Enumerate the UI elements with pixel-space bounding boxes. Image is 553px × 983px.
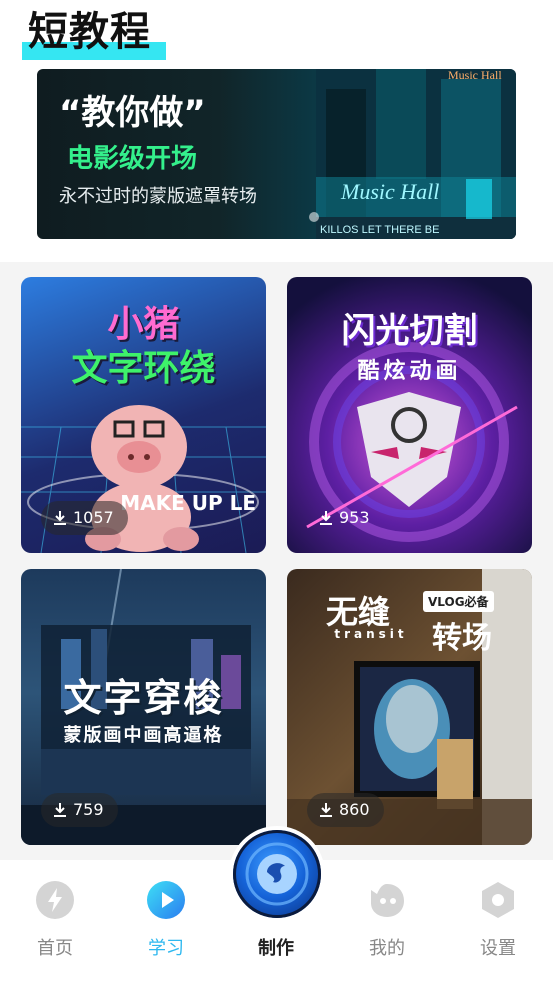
download-icon: [54, 803, 66, 817]
card-overlay-text: transit: [334, 627, 408, 641]
card-title-line2: 转场: [432, 621, 492, 656]
nav-label-profile: 我的: [369, 938, 405, 959]
download-count: 1057: [73, 508, 114, 527]
settings-hexagon-icon: [482, 882, 514, 918]
tutorial-card-flash-cut[interactable]: 闪光切割 酷炫动画 953: [287, 277, 532, 553]
nav-item-home[interactable]: 首页: [0, 860, 110, 983]
banner-city-image: Music Hall Music Hall KILLOS LET THERE B…: [316, 69, 516, 239]
nav-label-home: 首页: [37, 938, 73, 959]
create-icon: [245, 842, 309, 906]
download-count-badge: 1057: [41, 501, 128, 535]
page-header: 短教程: [0, 0, 553, 64]
page-title-wrap: 短教程: [22, 6, 166, 60]
banner-neon-sign: Music Hall: [340, 179, 439, 204]
download-count: 953: [339, 508, 370, 527]
card-title-line1: 文字穿梭: [63, 676, 224, 720]
banner-headline: “教你做”: [59, 93, 206, 133]
banner-marquee-text: KILLOS LET THERE BE: [320, 224, 439, 236]
lightning-icon: [36, 881, 74, 919]
nav-label-learn: 学习: [148, 938, 184, 959]
card-title-line2: 蒙版画中画高逼格: [63, 725, 224, 746]
card-title-line1: 闪光切割: [341, 311, 478, 351]
banner-hall-sign: Music Hall: [448, 69, 502, 82]
nav-item-learn[interactable]: 学习: [111, 860, 221, 983]
profile-icon: [371, 884, 404, 917]
vlog-tag: VLOG必备: [423, 591, 494, 612]
nav-item-profile[interactable]: 我的: [332, 860, 442, 983]
tutorial-card-pig-text-wrap[interactable]: 小猪 文字环绕 MAKE UP LE 1057: [21, 277, 266, 553]
banner-subtitle: 永不过时的蒙版遮罩转场: [59, 186, 257, 207]
download-icon: [320, 803, 332, 817]
tutorial-card-seamless-transition[interactable]: VLOG必备 无缝 transit 转场 860: [287, 569, 532, 845]
play-icon: [147, 881, 185, 919]
create-button-orb: [233, 830, 321, 918]
download-icon: [320, 511, 332, 525]
card-title-line2: 文字环绕: [71, 348, 216, 389]
nav-label-settings: 设置: [480, 938, 516, 959]
download-count: 860: [339, 800, 370, 819]
download-count-badge: 759: [41, 793, 118, 827]
tutorial-card-text-shuttle[interactable]: 文字穿梭 蒙版画中画高逼格 759: [21, 569, 266, 845]
featured-banner[interactable]: Music Hall Music Hall KILLOS LET THERE B…: [37, 69, 516, 239]
download-icon: [54, 511, 66, 525]
nav-item-settings[interactable]: 设置: [443, 860, 553, 983]
nav-label-create: 制作: [258, 938, 294, 959]
download-count: 759: [73, 800, 104, 819]
create-button[interactable]: [229, 826, 325, 922]
page-title: 短教程: [28, 9, 151, 55]
download-count-badge: 953: [307, 501, 384, 535]
banner-highlight: 电影级开场: [67, 144, 198, 174]
carousel-indicator: [309, 212, 319, 222]
download-count-badge: 860: [307, 793, 384, 827]
card-title-line2: 酷炫动画: [357, 359, 462, 384]
